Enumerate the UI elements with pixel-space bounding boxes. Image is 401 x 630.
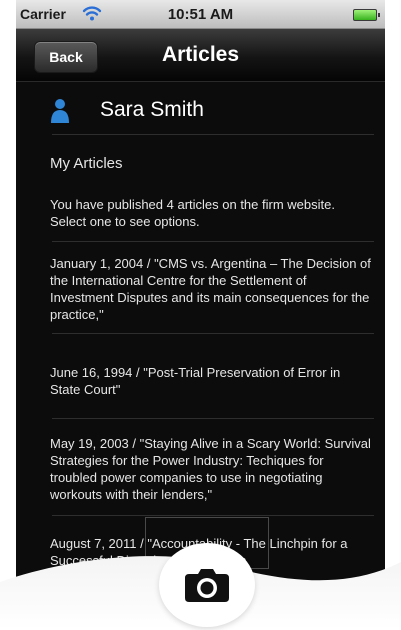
- battery-icon: [353, 9, 380, 21]
- status-bar: Carrier 10:51 AM: [16, 0, 385, 29]
- person-icon: [51, 99, 69, 123]
- camera-icon: [185, 569, 229, 602]
- page-title: Articles: [161, 43, 240, 66]
- navigation-bar: Back Articles: [16, 29, 385, 82]
- divider: [52, 134, 374, 135]
- user-row: Sara Smith: [38, 86, 374, 130]
- divider: [52, 515, 374, 516]
- user-name: Sara Smith: [100, 98, 204, 121]
- camera-button[interactable]: [159, 543, 255, 627]
- article-item[interactable]: June 16, 1994 / "Post-Trial Preservation…: [50, 364, 372, 398]
- status-time: 10:51 AM: [167, 6, 234, 23]
- divider: [52, 241, 374, 242]
- article-item[interactable]: May 19, 2003 / "Staying Alive in a Scary…: [50, 435, 372, 503]
- article-item[interactable]: January 1, 2004 / "CMS vs. Argentina – T…: [50, 255, 372, 323]
- divider: [52, 418, 374, 419]
- divider: [52, 333, 374, 334]
- section-description: You have published 4 articles on the fir…: [50, 197, 335, 229]
- section-title: My Articles: [50, 155, 123, 172]
